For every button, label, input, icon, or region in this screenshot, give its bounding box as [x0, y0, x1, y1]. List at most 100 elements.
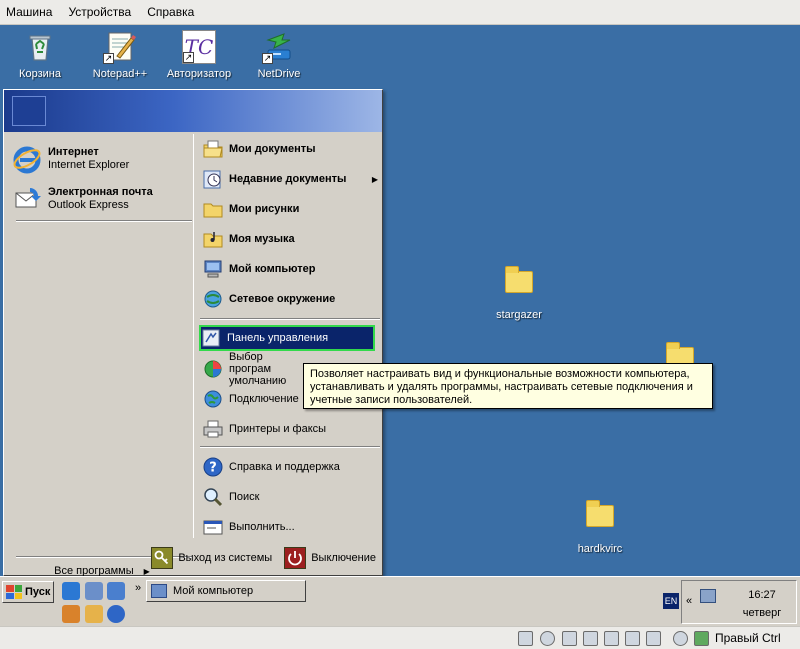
menu-recent-documents-label: Недавние документы — [229, 173, 347, 185]
taskbar-button-my-computer[interactable]: Мой компьютер — [146, 580, 306, 602]
ie-quicklaunch-icon[interactable] — [62, 582, 80, 600]
desktop-icon-hardkvirc[interactable]: hardkvirc — [562, 499, 638, 555]
menu-my-computer[interactable]: Мой компьютер — [202, 256, 382, 282]
run-icon — [202, 516, 224, 538]
notepad-quicklaunch-icon[interactable] — [85, 605, 103, 623]
recycle-bin-label: Корзина — [19, 68, 61, 80]
control-panel-tooltip: Позволяет настраивать вид и функциональн… — [303, 363, 713, 409]
taskbar-button-my-computer-label: Мой компьютер — [173, 585, 254, 597]
start-menu: Интернет Internet Explorer Электронная п… — [3, 89, 383, 577]
menu-my-music[interactable]: Моя музыка — [202, 226, 382, 252]
folder-icon — [583, 500, 617, 539]
avatar[interactable] — [12, 96, 46, 126]
stargazer-label: stargazer — [496, 309, 542, 321]
pinned-internet[interactable]: Интернет Internet Explorer — [12, 140, 192, 178]
tray-expand-chevron[interactable]: « — [686, 595, 692, 607]
shortcut-arrow-icon: ↗ — [183, 52, 194, 63]
authorizer-icon: TC ↗ — [182, 30, 216, 64]
music-folder-icon — [202, 228, 224, 250]
computer-icon — [202, 258, 224, 280]
desktop-icon-recycle-bin[interactable]: Корзина — [2, 30, 78, 80]
quicklaunch-chevron[interactable]: » — [135, 582, 141, 594]
host-menu-devices[interactable]: Устройства — [68, 5, 131, 19]
shortcut-arrow-icon: ↗ — [262, 53, 273, 64]
desktop-icon-authorizer[interactable]: TC ↗ Авторизатор — [161, 30, 237, 80]
start-menu-left-pane: Интернет Internet Explorer Электронная п… — [6, 134, 194, 577]
chevron-right-icon: ▶ — [371, 174, 378, 184]
start-button[interactable]: Пуск — [2, 581, 54, 603]
netdrive-label: NetDrive — [257, 68, 301, 80]
menu-my-documents[interactable]: Мои документы — [202, 136, 382, 162]
start-button-label: Пуск — [25, 586, 51, 598]
pictures-folder-icon — [202, 198, 224, 220]
globe-icon — [202, 388, 224, 410]
capture-icon[interactable] — [646, 631, 661, 646]
menu-connect-label: Подключение — [229, 393, 299, 405]
host-menu-machine[interactable]: Машина — [6, 5, 52, 19]
svg-text:?: ? — [209, 461, 217, 476]
my-computer-quicklaunch-icon[interactable] — [85, 582, 103, 600]
desktop-icon-stargazer[interactable]: stargazer — [481, 265, 557, 321]
notepadpp-icon: ↗ — [103, 30, 137, 64]
menu-printers[interactable]: Принтеры и факсы — [202, 416, 382, 442]
clock-day: четверг — [742, 607, 782, 619]
help-icon: ? — [202, 456, 224, 478]
host-statusbar: Правый Ctrl — [0, 626, 800, 649]
gear-quicklaunch-icon[interactable] — [62, 605, 80, 623]
optical-drive-icon[interactable] — [540, 631, 555, 646]
menu-my-documents-label: Мои документы — [229, 143, 316, 155]
shutdown-button[interactable]: Выключение — [284, 546, 376, 569]
network-tray-icon[interactable] — [700, 589, 716, 603]
hard-disk-icon[interactable] — [518, 631, 533, 646]
host-key-label: Правый Ctrl — [715, 631, 781, 645]
taskbar: Пуск » Мой компьютер EN « 16:27 четверг — [0, 576, 800, 626]
windows-logo-icon — [6, 585, 22, 599]
floppy-icon[interactable] — [562, 631, 577, 646]
menu-my-computer-label: Мой компьютер — [229, 263, 316, 275]
pinned-email-title: Электронная почта — [48, 186, 153, 198]
divider — [200, 318, 380, 320]
usb-icon[interactable] — [583, 631, 598, 646]
host-menu-help[interactable]: Справка — [147, 5, 194, 19]
host-key-arrow-icon[interactable] — [694, 631, 709, 646]
recycle-bin-icon — [23, 30, 57, 64]
divider — [16, 220, 192, 222]
outlook-icon — [12, 184, 42, 214]
host-menubar: Машина Устройства Справка — [0, 0, 800, 25]
network-adapter-icon[interactable] — [625, 631, 640, 646]
menu-default-programs-label: Выбор програм умолчанию — [229, 351, 287, 387]
recent-documents-icon — [202, 168, 224, 190]
notepadpp-label: Notepad++ — [92, 68, 148, 80]
documents-folder-icon — [202, 138, 224, 160]
key-icon — [151, 546, 174, 569]
menu-my-pictures[interactable]: Мои рисунки — [202, 196, 382, 222]
shortcut-arrow-icon: ↗ — [103, 53, 114, 64]
menu-run[interactable]: Выполнить... — [202, 514, 382, 540]
logoff-label: Выход из системы — [178, 551, 273, 564]
printer-icon — [202, 418, 224, 440]
desktop-icon-netdrive[interactable]: ↗ NetDrive — [241, 30, 317, 80]
menu-control-panel[interactable]: Панель управления — [199, 325, 375, 351]
desktop-icon-notepadpp[interactable]: ↗ Notepad++ — [82, 30, 158, 80]
shared-folders-icon[interactable] — [604, 631, 619, 646]
virtualization-icon[interactable] — [673, 631, 688, 646]
search-icon — [202, 486, 224, 508]
logoff-button[interactable]: Выход из системы — [151, 546, 273, 569]
start-menu-right-pane: Мои документы Недавние документы ▶ Мои р… — [196, 134, 380, 538]
clock-time[interactable]: 16:27 — [732, 589, 792, 601]
menu-search[interactable]: Поиск — [202, 484, 382, 510]
start-menu-footer: Выход из системы Выключение — [4, 540, 382, 575]
outlook-quicklaunch-icon[interactable] — [107, 582, 125, 600]
network-icon — [202, 288, 224, 310]
menu-recent-documents[interactable]: Недавние документы ▶ — [202, 166, 382, 192]
netdrive-icon: ↗ — [262, 30, 296, 64]
menu-network[interactable]: Сетевое окружение — [202, 286, 382, 312]
menu-help[interactable]: ? Справка и поддержка — [202, 454, 382, 480]
power-icon — [284, 546, 307, 569]
media-player-quicklaunch-icon[interactable] — [107, 605, 125, 623]
language-indicator[interactable]: EN — [663, 593, 679, 609]
shutdown-label: Выключение — [311, 551, 376, 564]
ie-icon — [12, 144, 42, 174]
menu-help-label: Справка и поддержка — [229, 461, 340, 473]
pinned-email[interactable]: Электронная почта Outlook Express — [12, 180, 192, 218]
